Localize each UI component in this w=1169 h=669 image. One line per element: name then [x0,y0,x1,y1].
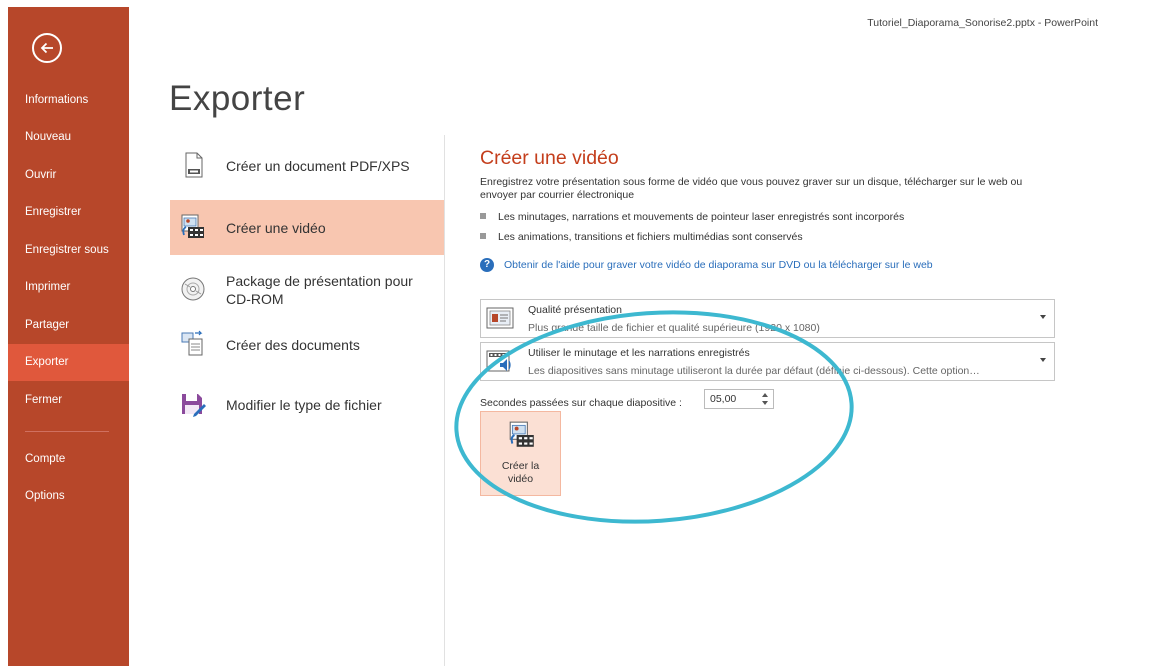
bullet-marker [480,233,486,239]
bullet-text: Les minutages, narrations et mouvements … [498,211,905,223]
video-panel-description: Enregistrez votre présentation sous form… [480,176,1023,201]
video-panel-bullet: Les minutages, narrations et mouvements … [480,211,904,223]
timing-dropdown[interactable]: Utiliser le minutage et les narrations e… [480,342,1055,381]
seconds-spinner[interactable] [759,390,773,408]
backstage-sidebar: Informations Nouveau Ouvrir Enregistrer … [8,7,129,666]
help-link-text[interactable]: Obtenir de l'aide pour graver votre vidé… [504,259,933,271]
export-option-cd-package[interactable]: Package de présentation pour CD-ROM [170,262,445,317]
sidebar-item-exporter[interactable]: Exporter [8,344,129,381]
quality-dropdown-subtitle: Plus grande taille de fichier et qualité… [528,322,820,334]
quality-dropdown-title: Qualité présentation [528,304,622,316]
export-option-label: Créer un document PDF/XPS [226,157,410,174]
sidebar-item-partager[interactable]: Partager [8,307,129,344]
column-divider [444,135,445,666]
sidebar-item-imprimer[interactable]: Imprimer [8,269,129,306]
window-title: Tutoriel_Diaporama_Sonorise2.pptx - Powe… [867,17,1098,29]
sidebar-item-compte[interactable]: Compte [8,441,129,478]
spin-up-icon[interactable] [762,393,768,397]
video-panel-bullet: Les animations, transitions et fichiers … [480,231,803,243]
pdf-document-icon [185,152,203,178]
export-option-label: Modifier le type de fichier [226,396,382,413]
export-option-label: Créer des documents [226,336,360,353]
export-option-video[interactable]: Créer une vidéo [170,200,445,255]
create-video-icon [509,421,534,447]
chevron-down-icon [1040,358,1046,362]
sidebar-item-nouveau[interactable]: Nouveau [8,119,129,156]
narration-timing-icon [486,350,511,372]
chevron-down-icon [1040,315,1046,319]
save-as-icon [182,394,206,417]
seconds-per-slide-label: Secondes passées sur chaque diapositive … [480,397,682,409]
bullet-text: Les animations, transitions et fichiers … [498,231,803,243]
export-option-change-file-type[interactable]: Modifier le type de fichier [170,377,445,432]
video-icon [181,214,204,238]
quality-dropdown[interactable]: Qualité présentation Plus grande taille … [480,299,1055,338]
timing-dropdown-title: Utiliser le minutage et les narrations e… [528,347,750,359]
help-icon: ? [480,258,494,272]
export-option-label: Package de présentation pour CD-ROM [226,272,413,307]
timing-dropdown-subtitle: Les diapositives sans minutage utilisero… [528,365,980,377]
cd-icon [181,277,205,301]
export-option-pdf[interactable]: Créer un document PDF/XPS [170,138,445,193]
help-link[interactable]: ? Obtenir de l'aide pour graver votre vi… [480,258,933,272]
sidebar-item-options[interactable]: Options [8,478,129,515]
sidebar-item-ouvrir[interactable]: Ouvrir [8,157,129,194]
sidebar-divider [25,431,109,432]
page-title: Exporter [169,79,306,118]
create-video-button-label: Créer la vidéo [501,460,540,485]
handouts-icon [181,330,203,356]
create-video-button[interactable]: Créer la vidéo [480,411,561,496]
app-window: Informations Nouveau Ouvrir Enregistrer … [8,7,1163,666]
bullet-marker [480,213,486,219]
sidebar-item-enregistrer-sous[interactable]: Enregistrer sous [8,232,129,269]
export-option-handouts[interactable]: Créer des documents [170,317,445,372]
sidebar-item-informations[interactable]: Informations [8,82,129,119]
spin-down-icon[interactable] [762,401,768,405]
back-arrow-icon[interactable] [32,33,62,63]
sidebar-item-fermer[interactable]: Fermer [8,382,129,419]
sidebar-item-enregistrer[interactable]: Enregistrer [8,194,129,231]
export-option-label: Créer une vidéo [226,219,326,236]
video-panel-title: Créer une vidéo [480,147,619,169]
presentation-quality-icon [486,307,514,329]
